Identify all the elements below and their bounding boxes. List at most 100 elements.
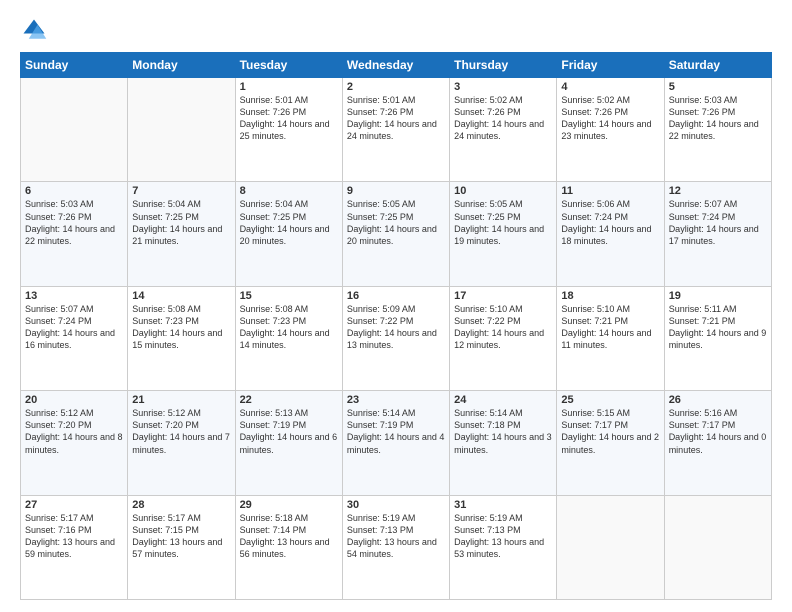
week-row-4: 20Sunrise: 5:12 AM Sunset: 7:20 PM Dayli… <box>21 391 772 495</box>
calendar-cell: 18Sunrise: 5:10 AM Sunset: 7:21 PM Dayli… <box>557 286 664 390</box>
cell-content: Sunrise: 5:19 AM Sunset: 7:13 PM Dayligh… <box>454 512 552 561</box>
cell-content: Sunrise: 5:04 AM Sunset: 7:25 PM Dayligh… <box>132 198 230 247</box>
day-number: 23 <box>347 394 445 406</box>
cell-content: Sunrise: 5:10 AM Sunset: 7:21 PM Dayligh… <box>561 303 659 352</box>
weekday-header-thursday: Thursday <box>450 53 557 78</box>
calendar-cell: 19Sunrise: 5:11 AM Sunset: 7:21 PM Dayli… <box>664 286 771 390</box>
cell-content: Sunrise: 5:05 AM Sunset: 7:25 PM Dayligh… <box>454 198 552 247</box>
week-row-5: 27Sunrise: 5:17 AM Sunset: 7:16 PM Dayli… <box>21 495 772 599</box>
cell-content: Sunrise: 5:13 AM Sunset: 7:19 PM Dayligh… <box>240 407 338 456</box>
day-number: 20 <box>25 394 123 406</box>
calendar-cell: 12Sunrise: 5:07 AM Sunset: 7:24 PM Dayli… <box>664 182 771 286</box>
day-number: 2 <box>347 81 445 93</box>
calendar-cell: 11Sunrise: 5:06 AM Sunset: 7:24 PM Dayli… <box>557 182 664 286</box>
logo <box>20 16 52 44</box>
day-number: 5 <box>669 81 767 93</box>
day-number: 14 <box>132 290 230 302</box>
calendar-cell <box>557 495 664 599</box>
calendar-cell: 13Sunrise: 5:07 AM Sunset: 7:24 PM Dayli… <box>21 286 128 390</box>
calendar-cell: 3Sunrise: 5:02 AM Sunset: 7:26 PM Daylig… <box>450 78 557 182</box>
day-number: 30 <box>347 499 445 511</box>
calendar-cell: 23Sunrise: 5:14 AM Sunset: 7:19 PM Dayli… <box>342 391 449 495</box>
calendar-cell: 7Sunrise: 5:04 AM Sunset: 7:25 PM Daylig… <box>128 182 235 286</box>
cell-content: Sunrise: 5:12 AM Sunset: 7:20 PM Dayligh… <box>25 407 123 456</box>
day-number: 25 <box>561 394 659 406</box>
day-number: 22 <box>240 394 338 406</box>
day-number: 6 <box>25 185 123 197</box>
day-number: 11 <box>561 185 659 197</box>
cell-content: Sunrise: 5:03 AM Sunset: 7:26 PM Dayligh… <box>25 198 123 247</box>
calendar-cell: 1Sunrise: 5:01 AM Sunset: 7:26 PM Daylig… <box>235 78 342 182</box>
weekday-header-tuesday: Tuesday <box>235 53 342 78</box>
calendar-cell: 21Sunrise: 5:12 AM Sunset: 7:20 PM Dayli… <box>128 391 235 495</box>
calendar-cell: 28Sunrise: 5:17 AM Sunset: 7:15 PM Dayli… <box>128 495 235 599</box>
day-number: 19 <box>669 290 767 302</box>
day-number: 8 <box>240 185 338 197</box>
cell-content: Sunrise: 5:12 AM Sunset: 7:20 PM Dayligh… <box>132 407 230 456</box>
calendar-cell: 26Sunrise: 5:16 AM Sunset: 7:17 PM Dayli… <box>664 391 771 495</box>
cell-content: Sunrise: 5:19 AM Sunset: 7:13 PM Dayligh… <box>347 512 445 561</box>
page: SundayMondayTuesdayWednesdayThursdayFrid… <box>0 0 792 612</box>
cell-content: Sunrise: 5:06 AM Sunset: 7:24 PM Dayligh… <box>561 198 659 247</box>
calendar-cell <box>21 78 128 182</box>
cell-content: Sunrise: 5:17 AM Sunset: 7:16 PM Dayligh… <box>25 512 123 561</box>
day-number: 24 <box>454 394 552 406</box>
weekday-header-monday: Monday <box>128 53 235 78</box>
day-number: 1 <box>240 81 338 93</box>
cell-content: Sunrise: 5:01 AM Sunset: 7:26 PM Dayligh… <box>347 94 445 143</box>
day-number: 3 <box>454 81 552 93</box>
calendar-cell: 25Sunrise: 5:15 AM Sunset: 7:17 PM Dayli… <box>557 391 664 495</box>
day-number: 16 <box>347 290 445 302</box>
cell-content: Sunrise: 5:16 AM Sunset: 7:17 PM Dayligh… <box>669 407 767 456</box>
calendar-cell: 20Sunrise: 5:12 AM Sunset: 7:20 PM Dayli… <box>21 391 128 495</box>
calendar-cell: 4Sunrise: 5:02 AM Sunset: 7:26 PM Daylig… <box>557 78 664 182</box>
day-number: 29 <box>240 499 338 511</box>
day-number: 21 <box>132 394 230 406</box>
cell-content: Sunrise: 5:14 AM Sunset: 7:19 PM Dayligh… <box>347 407 445 456</box>
cell-content: Sunrise: 5:17 AM Sunset: 7:15 PM Dayligh… <box>132 512 230 561</box>
cell-content: Sunrise: 5:04 AM Sunset: 7:25 PM Dayligh… <box>240 198 338 247</box>
cell-content: Sunrise: 5:10 AM Sunset: 7:22 PM Dayligh… <box>454 303 552 352</box>
logo-icon <box>20 16 48 44</box>
week-row-2: 6Sunrise: 5:03 AM Sunset: 7:26 PM Daylig… <box>21 182 772 286</box>
day-number: 15 <box>240 290 338 302</box>
calendar-cell: 22Sunrise: 5:13 AM Sunset: 7:19 PM Dayli… <box>235 391 342 495</box>
day-number: 17 <box>454 290 552 302</box>
day-number: 4 <box>561 81 659 93</box>
cell-content: Sunrise: 5:11 AM Sunset: 7:21 PM Dayligh… <box>669 303 767 352</box>
day-number: 7 <box>132 185 230 197</box>
day-number: 26 <box>669 394 767 406</box>
calendar-cell: 17Sunrise: 5:10 AM Sunset: 7:22 PM Dayli… <box>450 286 557 390</box>
cell-content: Sunrise: 5:14 AM Sunset: 7:18 PM Dayligh… <box>454 407 552 456</box>
calendar-cell: 10Sunrise: 5:05 AM Sunset: 7:25 PM Dayli… <box>450 182 557 286</box>
weekday-header-row: SundayMondayTuesdayWednesdayThursdayFrid… <box>21 53 772 78</box>
calendar-cell: 6Sunrise: 5:03 AM Sunset: 7:26 PM Daylig… <box>21 182 128 286</box>
calendar-cell: 27Sunrise: 5:17 AM Sunset: 7:16 PM Dayli… <box>21 495 128 599</box>
cell-content: Sunrise: 5:03 AM Sunset: 7:26 PM Dayligh… <box>669 94 767 143</box>
day-number: 13 <box>25 290 123 302</box>
day-number: 27 <box>25 499 123 511</box>
calendar-cell: 29Sunrise: 5:18 AM Sunset: 7:14 PM Dayli… <box>235 495 342 599</box>
cell-content: Sunrise: 5:02 AM Sunset: 7:26 PM Dayligh… <box>454 94 552 143</box>
calendar-cell: 31Sunrise: 5:19 AM Sunset: 7:13 PM Dayli… <box>450 495 557 599</box>
day-number: 10 <box>454 185 552 197</box>
cell-content: Sunrise: 5:02 AM Sunset: 7:26 PM Dayligh… <box>561 94 659 143</box>
calendar-cell: 2Sunrise: 5:01 AM Sunset: 7:26 PM Daylig… <box>342 78 449 182</box>
cell-content: Sunrise: 5:07 AM Sunset: 7:24 PM Dayligh… <box>669 198 767 247</box>
day-number: 9 <box>347 185 445 197</box>
calendar-cell: 8Sunrise: 5:04 AM Sunset: 7:25 PM Daylig… <box>235 182 342 286</box>
cell-content: Sunrise: 5:05 AM Sunset: 7:25 PM Dayligh… <box>347 198 445 247</box>
week-row-1: 1Sunrise: 5:01 AM Sunset: 7:26 PM Daylig… <box>21 78 772 182</box>
cell-content: Sunrise: 5:08 AM Sunset: 7:23 PM Dayligh… <box>132 303 230 352</box>
cell-content: Sunrise: 5:01 AM Sunset: 7:26 PM Dayligh… <box>240 94 338 143</box>
calendar-cell: 9Sunrise: 5:05 AM Sunset: 7:25 PM Daylig… <box>342 182 449 286</box>
calendar-cell: 14Sunrise: 5:08 AM Sunset: 7:23 PM Dayli… <box>128 286 235 390</box>
calendar-cell: 15Sunrise: 5:08 AM Sunset: 7:23 PM Dayli… <box>235 286 342 390</box>
weekday-header-saturday: Saturday <box>664 53 771 78</box>
day-number: 31 <box>454 499 552 511</box>
day-number: 18 <box>561 290 659 302</box>
cell-content: Sunrise: 5:07 AM Sunset: 7:24 PM Dayligh… <box>25 303 123 352</box>
week-row-3: 13Sunrise: 5:07 AM Sunset: 7:24 PM Dayli… <box>21 286 772 390</box>
weekday-header-wednesday: Wednesday <box>342 53 449 78</box>
weekday-header-sunday: Sunday <box>21 53 128 78</box>
